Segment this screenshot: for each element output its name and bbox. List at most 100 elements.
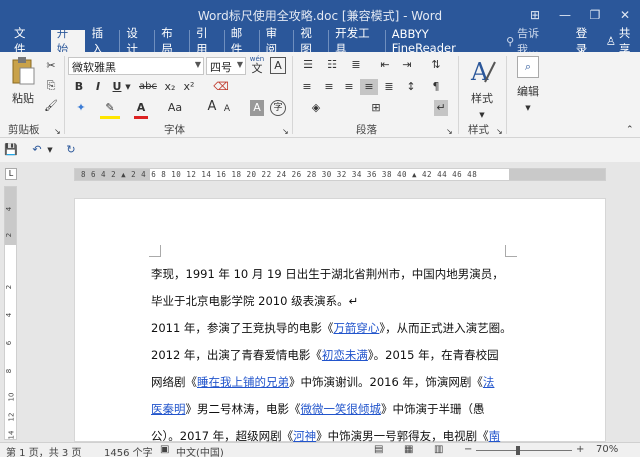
tab-layout[interactable]: 布局	[155, 26, 190, 56]
document-line[interactable]: 2012 年，出演了青春爱情电影《初恋未满》。2015 年，在青春校园	[151, 342, 511, 369]
multilevel-list-icon[interactable]: ≣	[346, 57, 366, 73]
tab-file[interactable]: 文件	[0, 26, 51, 56]
italic-button[interactable]: I	[92, 79, 104, 95]
ruler-area: 8 6 4 2 ▲ 2 4 6 8 10 12 14 16 18 20 22 2…	[0, 162, 640, 186]
tab-view[interactable]: 视图	[294, 26, 330, 56]
undo-dropdown-icon[interactable]: ▼	[46, 142, 54, 158]
vertical-ruler[interactable]: 4 2 2 4 6 8 10 12 14	[4, 186, 17, 440]
font-name-select[interactable]: 微软雅黑 ▼	[68, 57, 204, 75]
tab-selector[interactable]: L	[5, 168, 17, 180]
zoom-slider[interactable]	[476, 450, 572, 451]
text-run: 网络剧《	[151, 375, 197, 389]
document-line[interactable]: 医秦明》男二号林涛，电影《微微一笑很倾城》中饰演于半珊（愚	[151, 396, 511, 423]
tab-home[interactable]: 开始	[50, 26, 86, 56]
zoom-level[interactable]: 70%	[596, 444, 618, 455]
login-button[interactable]: 登录	[576, 26, 598, 56]
zoom-in-icon[interactable]: +	[576, 444, 584, 455]
word-count[interactable]: 1456 个字	[104, 444, 153, 457]
undo-icon[interactable]: ↶	[30, 142, 44, 158]
scissors-icon[interactable]: ✂	[44, 58, 58, 74]
underline-dropdown-icon[interactable]: ▼	[124, 79, 132, 95]
crop-mark-top-left	[149, 245, 161, 257]
font-size-select[interactable]: 四号 ▼	[206, 57, 246, 75]
font-color-button[interactable]: A	[134, 100, 148, 119]
shading-icon[interactable]: ◈	[306, 100, 326, 116]
change-case-button[interactable]: Aa	[164, 100, 186, 116]
format-painter-icon[interactable]: 🖌	[44, 98, 58, 114]
align-right-icon[interactable]: ≡	[340, 79, 358, 95]
char-shading-button[interactable]: A	[250, 100, 264, 116]
print-layout-icon[interactable]: ▦	[404, 444, 413, 455]
web-layout-icon[interactable]: ▥	[434, 444, 443, 455]
clipboard-icon	[12, 57, 35, 85]
hyperlink[interactable]: 初恋未满	[322, 348, 368, 362]
tab-mailings[interactable]: 邮件	[225, 26, 260, 56]
hyperlink[interactable]: 万箭穿心	[333, 321, 379, 335]
document-page[interactable]: 李现，1991 年 10 月 19 日出生于湖北省荆州市，中国内地男演员， 毕业于…	[74, 198, 606, 443]
sort-icon[interactable]: ⇅	[428, 57, 444, 73]
hyperlink[interactable]: 法	[483, 375, 495, 389]
phonetic-guide-button[interactable]: wén 文	[249, 55, 265, 74]
redo-icon[interactable]: ↻	[64, 142, 78, 158]
enclose-char-button[interactable]: 字	[270, 100, 286, 116]
highlight-color-button[interactable]: ✎	[100, 100, 120, 119]
paste-label: 粘贴	[12, 92, 34, 105]
paste-button[interactable]: 粘贴	[6, 56, 40, 114]
proofing-icon[interactable]: ▣	[160, 444, 169, 455]
borders-icon[interactable]: ⊞	[366, 100, 386, 116]
styles-button[interactable]: A 样式 ▼	[464, 56, 500, 123]
language[interactable]: 中文(中国)	[176, 444, 224, 457]
clear-format-icon[interactable]: ⌫	[212, 79, 230, 95]
show-marks-icon[interactable]: ¶	[428, 79, 444, 95]
read-mode-icon[interactable]: ▤	[374, 444, 383, 455]
align-center-icon[interactable]: ≡	[320, 79, 338, 95]
document-line[interactable]: 李现，1991 年 10 月 19 日出生于湖北省荆州市，中国内地男演员，	[151, 261, 511, 288]
document-line[interactable]: 网络剧《睡在我上铺的兄弟》中饰演谢训。2016 年，饰演网剧《法	[151, 369, 511, 396]
hyperlink[interactable]: 微微一笑很倾城	[301, 402, 382, 416]
horizontal-ruler[interactable]: 8 6 4 2 ▲ 2 4 6 8 10 12 14 16 18 20 22 2…	[74, 168, 606, 181]
quick-access-toolbar: 💾 ↶ ▼ ↻	[0, 138, 640, 162]
numbering-icon[interactable]: ☷	[322, 57, 342, 73]
person-icon: ♙	[605, 34, 616, 48]
zoom-out-icon[interactable]: −	[464, 444, 472, 455]
text-effects-icon[interactable]: ✦	[72, 100, 90, 116]
collapse-ribbon-icon[interactable]: ⌃	[626, 122, 634, 138]
strikethrough-button[interactable]: abc	[138, 79, 158, 95]
edit-button[interactable]: ⌕ 编辑 ▼	[512, 56, 544, 116]
superscript-button[interactable]: x²	[181, 79, 197, 95]
increase-indent-icon[interactable]: ⇥	[398, 57, 416, 73]
underline-button[interactable]: U	[110, 79, 124, 95]
tab-review[interactable]: 审阅	[260, 26, 295, 56]
grow-font-button[interactable]: A	[206, 99, 218, 115]
hyperlink[interactable]: 河神	[293, 429, 316, 443]
char-border-button[interactable]: A	[270, 57, 286, 74]
tab-abbyy[interactable]: ABBYY FineReader	[386, 27, 499, 55]
asian-typography-icon[interactable]: ↵	[434, 100, 448, 116]
copy-icon[interactable]: ⎘	[44, 78, 58, 94]
vertical-scrollbar[interactable]	[630, 186, 640, 442]
line-spacing-icon[interactable]: ↕	[402, 79, 420, 95]
document-line[interactable]: 2011 年，参演了王竞执导的电影《万箭穿心》，从而正式进入演艺圈。	[151, 315, 512, 342]
chinese-layout-icon[interactable]: ≡	[298, 79, 316, 95]
bold-button[interactable]: B	[72, 79, 86, 95]
hyperlink[interactable]: 南	[489, 429, 501, 443]
document-body[interactable]: 李现，1991 年 10 月 19 日出生于湖北省荆州市，中国内地男演员， 毕业于…	[151, 261, 512, 450]
hyperlink[interactable]: 睡在我上铺的兄弟	[197, 375, 289, 389]
tab-developer[interactable]: 开发工具	[329, 26, 386, 56]
zoom-slider-thumb[interactable]	[516, 446, 520, 455]
share-button[interactable]: ♙ 共享	[605, 26, 640, 56]
document-line[interactable]: 毕业于北京电影学院 2010 级表演系。↵	[151, 288, 511, 315]
page-count[interactable]: 第 1 页，共 3 页	[6, 444, 81, 457]
tell-me-box[interactable]: ⚲ 告诉我...	[506, 27, 558, 56]
save-icon[interactable]: 💾	[4, 142, 18, 158]
subscript-button[interactable]: x₂	[162, 79, 178, 95]
justify-icon[interactable]: ≡	[360, 79, 378, 95]
bullets-icon[interactable]: ☰	[298, 57, 318, 73]
shrink-font-button[interactable]: A	[222, 101, 232, 117]
distributed-icon[interactable]: ≣	[380, 79, 398, 95]
tab-references[interactable]: 引用	[190, 26, 225, 56]
decrease-indent-icon[interactable]: ⇤	[376, 57, 394, 73]
tab-design[interactable]: 设计	[120, 26, 156, 56]
hyperlink[interactable]: 医秦明	[151, 402, 186, 416]
tab-insert[interactable]: 插入	[86, 26, 121, 56]
